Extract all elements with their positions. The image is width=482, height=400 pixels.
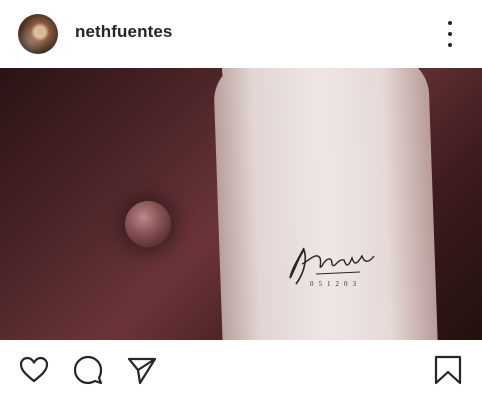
more-dots-icon[interactable] xyxy=(440,21,460,47)
username[interactable]: nethfuentes xyxy=(75,22,172,42)
action-bar xyxy=(0,340,482,400)
post-header: nethfuentes xyxy=(0,0,482,68)
heart-icon[interactable] xyxy=(18,354,50,386)
send-icon[interactable] xyxy=(126,354,158,386)
tattoo-date: 051203 xyxy=(310,280,361,288)
wrist xyxy=(212,68,439,340)
avatar[interactable] xyxy=(18,14,58,54)
post-image[interactable]: 051203 xyxy=(0,68,482,340)
bookmark-icon[interactable] xyxy=(432,354,464,386)
comment-icon[interactable] xyxy=(72,354,104,386)
leather-tuft xyxy=(125,201,171,247)
